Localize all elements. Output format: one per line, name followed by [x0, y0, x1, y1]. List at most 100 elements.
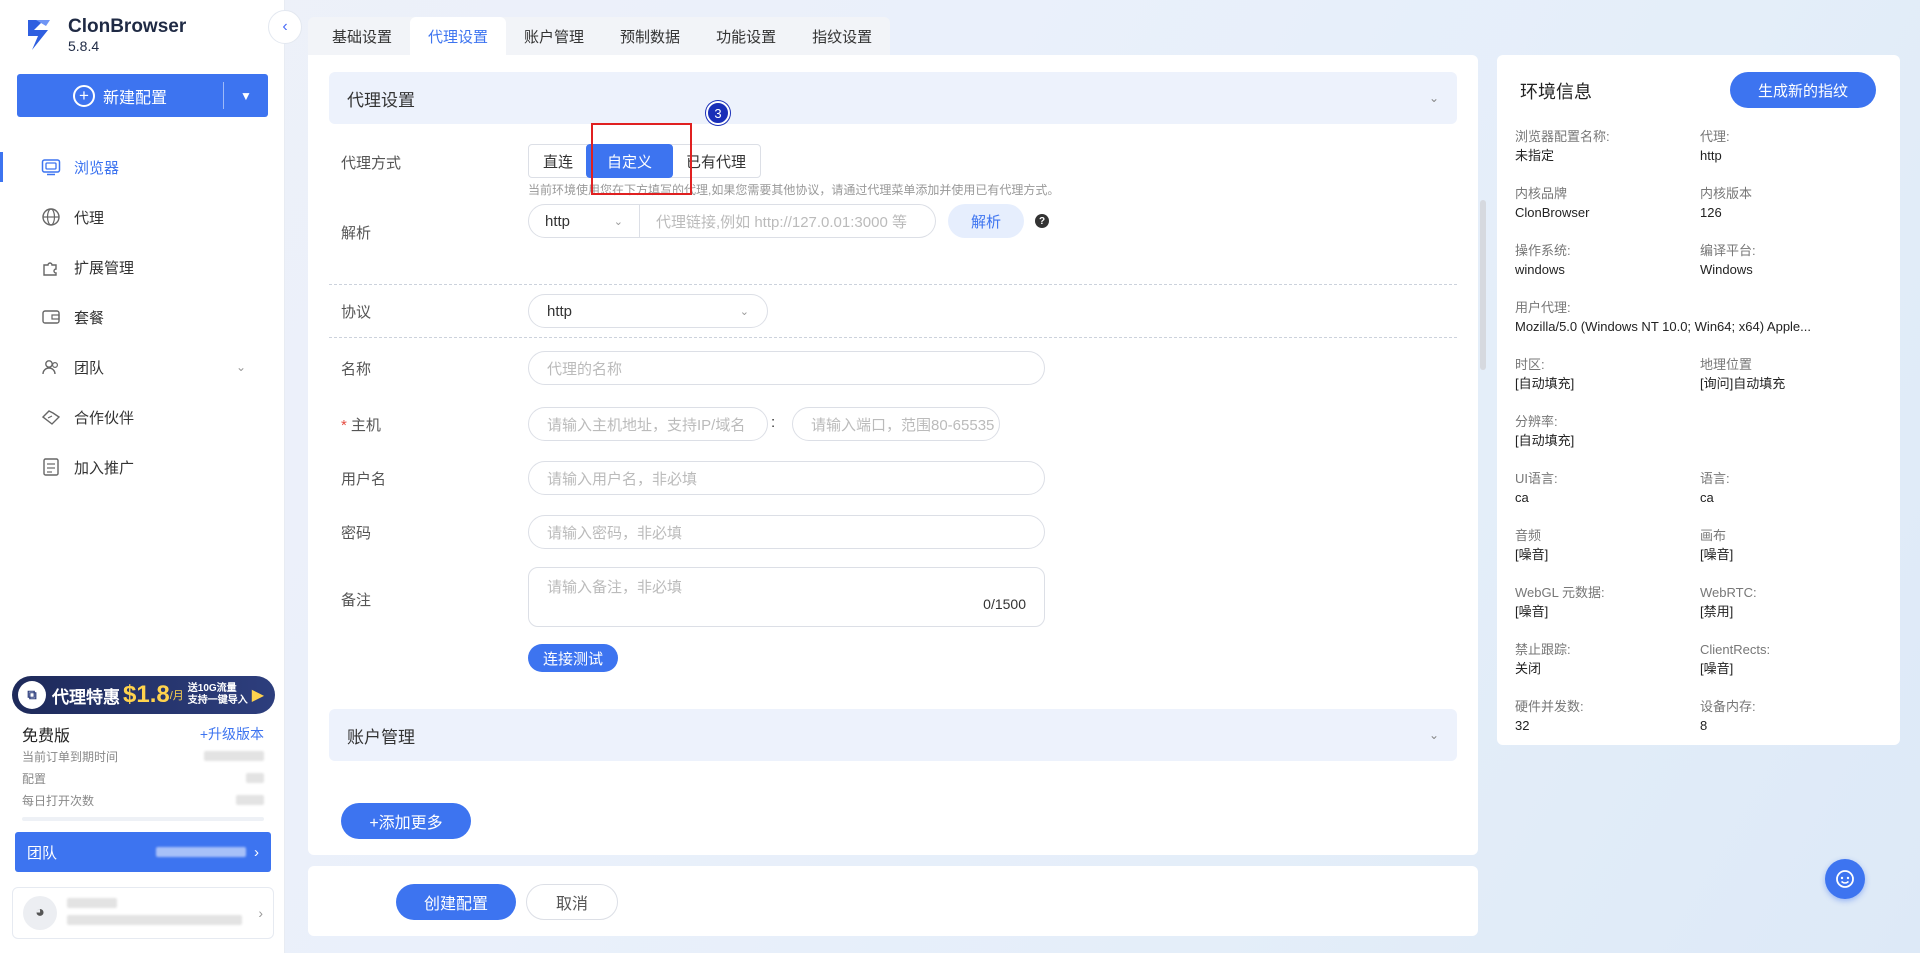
new-config-button[interactable]: + 新建配置 ▼ — [17, 74, 268, 117]
env-row: UI语言: ca 语言: ca — [1515, 470, 1885, 527]
sidebar-item-plans[interactable]: 套餐 — [0, 292, 284, 342]
port-input[interactable]: 请输入端口，范围80-65535 — [792, 407, 1000, 441]
promo-sub: 送10G流量 支持一键导入 — [188, 683, 248, 707]
env-key: WebGL 元数据: — [1515, 585, 1605, 600]
account-section-header[interactable]: 账户管理 ⌄ — [329, 709, 1457, 761]
create-config-button[interactable]: 创建配置 — [396, 884, 516, 920]
env-key: 内核版本 — [1700, 186, 1753, 201]
env-key: 硬件并发数: — [1515, 699, 1584, 714]
host-port-separator: : — [771, 414, 776, 431]
step-badge: 3 — [706, 101, 730, 125]
username-input[interactable]: 请输入用户名，非必填 — [528, 461, 1045, 495]
collapse-sidebar-button[interactable]: ‹ — [268, 10, 302, 44]
support-chat-icon[interactable] — [1825, 859, 1865, 899]
chevron-down-icon: ⌄ — [613, 215, 623, 228]
env-item: 内核品牌 ClonBrowser — [1515, 185, 1700, 242]
env-value: Windows — [1700, 262, 1753, 277]
plan-row-label: 每日打开次数 — [22, 793, 95, 808]
sidebar-item-extensions[interactable]: 扩展管理 — [0, 242, 284, 292]
tab-basic[interactable]: 基础设置 — [314, 17, 410, 55]
redacted-value — [204, 751, 264, 761]
protocol-value: http — [547, 302, 573, 320]
env-item: 分辨率: [自动填充] — [1515, 413, 1715, 470]
tab-features[interactable]: 功能设置 — [698, 17, 794, 55]
host-input[interactable]: 请输入主机地址，支持IP/域名 — [528, 407, 768, 441]
env-row: 浏览器配置名称: 未指定 代理: http — [1515, 128, 1885, 185]
redacted-value — [236, 795, 264, 805]
mode-existing-button[interactable]: 已有代理 — [671, 144, 762, 178]
env-key: 设备内存: — [1700, 699, 1756, 714]
parse-button[interactable]: 解析 — [948, 204, 1024, 238]
sidebar-item-proxy[interactable]: 代理 — [0, 192, 284, 242]
parse-protocol-select[interactable]: http ⌄ — [528, 204, 640, 238]
note-char-count: 0/1500 — [983, 596, 1026, 612]
username-label: 用户名 — [341, 471, 387, 488]
env-row: 用户代理: Mozilla/5.0 (Windows NT 10.0; Win64… — [1515, 299, 1885, 356]
env-key: ClientRects: — [1700, 642, 1771, 657]
required-mark: * — [341, 417, 347, 434]
sidebar-item-browser[interactable]: 浏览器 — [0, 142, 284, 192]
panel-scrollbar[interactable] — [1480, 200, 1486, 370]
connection-test-button[interactable]: 连接测试 — [528, 644, 618, 672]
env-value: Mozilla/5.0 (Windows NT 10.0; Win64; x64… — [1515, 319, 1811, 334]
sidebar-item-team[interactable]: 团队 ⌄ — [0, 342, 284, 392]
upgrade-link[interactable]: +升级版本 — [200, 724, 264, 744]
help-icon[interactable]: ? — [1035, 214, 1049, 228]
globe-icon — [40, 206, 62, 228]
proxy-name-input[interactable]: 代理的名称 — [528, 351, 1045, 385]
parse-protocol-value: http — [545, 212, 571, 230]
env-value: [自动填充] — [1515, 433, 1575, 448]
add-more-button[interactable]: +添加更多 — [341, 803, 471, 839]
protocol-select[interactable]: http ⌄ — [528, 294, 768, 328]
tab-fingerprint[interactable]: 指纹设置 — [794, 17, 890, 55]
sidebar-item-promotion[interactable]: 加入推广 — [0, 442, 284, 492]
sidebar-item-partners[interactable]: 合作伙伴 — [0, 392, 284, 442]
tab-preset-data[interactable]: 预制数据 — [602, 17, 698, 55]
proxy-mode-segmented: 直连 自定义 已有代理 — [528, 144, 762, 178]
env-row: 禁止跟踪: 关闭 ClientRects: [噪音] — [1515, 641, 1885, 698]
redacted-username — [67, 898, 117, 908]
new-config-main[interactable]: + 新建配置 — [17, 82, 224, 109]
chevron-right-icon: › — [254, 843, 259, 861]
new-config-label: 新建配置 — [102, 89, 167, 107]
browser-icon — [40, 156, 62, 178]
divider — [329, 337, 1457, 338]
tab-proxy[interactable]: 代理设置 — [410, 17, 507, 55]
env-value: [自动填充] — [1515, 376, 1575, 391]
note-label: 备注 — [341, 592, 372, 609]
user-account-card[interactable]: ◕ › — [12, 887, 274, 939]
env-row: WebGL 元数据: [噪音] WebRTC: [禁用] — [1515, 584, 1885, 641]
mode-custom-button[interactable]: 自定义 — [586, 144, 674, 178]
promo-text: 代理特惠 — [52, 687, 120, 707]
plan-row-label: 配置 — [22, 771, 47, 786]
tab-account[interactable]: 账户管理 — [506, 17, 602, 55]
env-value: 8 — [1700, 718, 1708, 733]
env-value: [询问]自动填充 — [1700, 376, 1786, 391]
chevron-down-icon: ⌄ — [1428, 91, 1439, 105]
chevron-down-icon: ⌄ — [235, 360, 246, 374]
chevron-down-icon[interactable]: ▼ — [224, 89, 268, 103]
mode-direct-button[interactable]: 直连 — [528, 144, 589, 178]
name-label: 名称 — [341, 361, 372, 378]
handshake-icon — [40, 406, 62, 428]
cancel-button[interactable]: 取消 — [526, 884, 618, 920]
sidebar-item-label: 团队 — [74, 359, 105, 377]
proxy-section-header[interactable]: 代理设置 ⌄ — [329, 72, 1457, 124]
wallet-icon — [40, 306, 62, 328]
password-input[interactable]: 请输入密码，非必填 — [528, 515, 1045, 549]
app-logo[interactable]: ClonBrowser 5.8.4 — [24, 16, 186, 54]
env-value: [噪音] — [1700, 661, 1734, 676]
env-item: 用户代理: Mozilla/5.0 (Windows NT 10.0; Win64… — [1515, 299, 1811, 356]
team-switch-button[interactable]: 团队 › — [15, 832, 271, 872]
env-value: [噪音] — [1515, 547, 1549, 562]
env-item: 浏览器配置名称: 未指定 — [1515, 128, 1700, 185]
play-arrow-icon: ▶ — [251, 687, 265, 704]
proxy-promo-banner[interactable]: ⧉ 代理特惠 $1.8 /月 送10G流量 支持一键导入 ▶ — [12, 676, 275, 714]
proxy-link-input[interactable]: 代理链接,例如 http://127.0.01:3000 等 — [640, 204, 936, 238]
note-textarea[interactable]: 请输入备注，非必填 0/1500 — [528, 567, 1045, 627]
proxy-hint-text: 当前环境使用您在下方填写的代理,如果您需要其他协议，请通过代理菜单添加并使用已有… — [528, 183, 1060, 197]
env-row: 分辨率: [自动填充] — [1515, 413, 1885, 470]
env-info-grid: 浏览器配置名称: 未指定 代理: http 内核品牌 ClonBrowser 内核版本… — [1515, 128, 1885, 755]
generate-fingerprint-button[interactable]: 生成新的指纹 — [1730, 72, 1876, 108]
env-item: 禁止跟踪: 关闭 — [1515, 641, 1700, 698]
